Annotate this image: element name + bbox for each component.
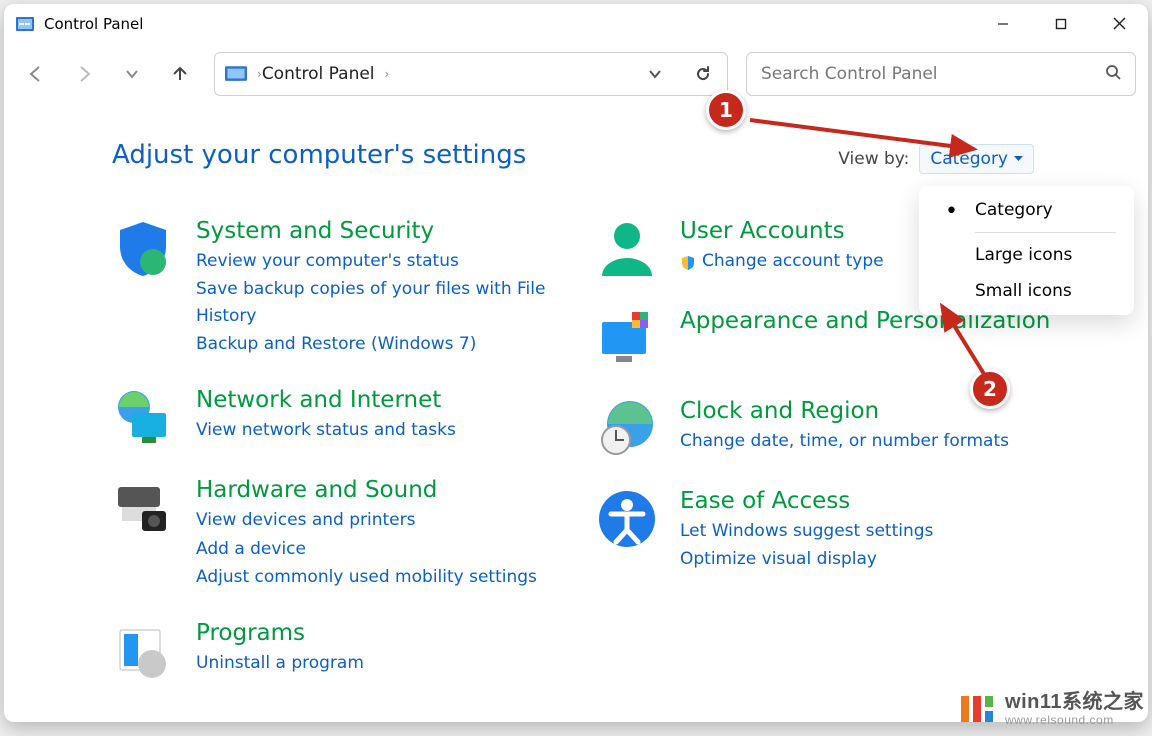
globe-monitor-icon (112, 387, 174, 449)
link-text: Optimize visual display (680, 546, 877, 572)
shield-icon (112, 218, 174, 280)
link-text: Uninstall a program (196, 650, 364, 676)
view-by-selector[interactable]: Category (919, 144, 1034, 174)
watermark-line2: www.relsound.com (1005, 714, 1144, 728)
category-title[interactable]: Clock and Region (680, 398, 1056, 424)
search-icon (1105, 64, 1121, 84)
category-column-left: System and Security Review your computer'… (112, 218, 572, 682)
link-text: Backup and Restore (Windows 7) (196, 331, 476, 357)
chevron-down-icon (1014, 156, 1023, 162)
dropdown-item-category[interactable]: Category (919, 192, 1134, 228)
category-title[interactable]: Network and Internet (196, 387, 572, 413)
ease-icon (596, 488, 658, 550)
dropdown-item-large-icons[interactable]: Large icons (919, 237, 1134, 273)
category-ease: Ease of Access Let Windows suggest settin… (596, 488, 1056, 575)
category-link[interactable]: View network status and tasks (196, 417, 572, 443)
view-by-dropdown: Category Large icons Small icons (919, 186, 1134, 315)
category-title[interactable]: Programs (196, 620, 572, 646)
category-link[interactable]: Review your computer's status (196, 248, 572, 274)
link-text: View network status and tasks (196, 417, 456, 443)
search-input[interactable] (761, 64, 1135, 84)
view-by-value: Category (930, 149, 1008, 169)
category-title[interactable]: Ease of Access (680, 488, 1056, 514)
content-area: Adjust your computer's settings View by:… (4, 104, 1148, 722)
printer-camera-icon (112, 477, 174, 539)
link-text: Add a device (196, 536, 306, 562)
category-link[interactable]: Backup and Restore (Windows 7) (196, 331, 572, 357)
toolbar: › Control Panel › (4, 44, 1148, 104)
appearance-icon (596, 308, 658, 370)
category-title[interactable]: System and Security (196, 218, 572, 244)
category-link[interactable]: Change date, time, or number formats (680, 428, 1056, 454)
nav-up-button[interactable] (160, 54, 200, 94)
category-appearance: Appearance and Personalization (596, 308, 1056, 370)
category-link[interactable]: Optimize visual display (680, 546, 1056, 572)
category-clock-globe: Clock and Region Change date, time, or nu… (596, 398, 1056, 460)
close-button[interactable] (1090, 4, 1148, 44)
link-text: Change account type (702, 248, 884, 274)
link-text: View devices and printers (196, 507, 415, 533)
chevron-right-icon: › (385, 67, 390, 81)
link-text: Change date, time, or number formats (680, 428, 1009, 454)
minimize-button[interactable] (974, 4, 1032, 44)
programs-icon (112, 620, 174, 682)
watermark-line1: win11系统之家 (1005, 691, 1144, 714)
clock-globe-icon (596, 398, 658, 460)
category-link[interactable]: Add a device (196, 536, 572, 562)
watermark: win11系统之家 www.relsound.com (959, 690, 1144, 728)
address-dropdown-button[interactable] (631, 53, 679, 95)
nav-back-button[interactable] (16, 54, 56, 94)
category-programs: Programs Uninstall a program (112, 620, 572, 682)
window-title: Control Panel (44, 15, 143, 33)
control-panel-window: Control Panel › Control Panel › (4, 4, 1148, 722)
link-text: Review your computer's status (196, 248, 459, 274)
maximize-button[interactable] (1032, 4, 1090, 44)
nav-forward-button[interactable] (64, 54, 104, 94)
category-title[interactable]: Hardware and Sound (196, 477, 572, 503)
category-link[interactable]: Save backup copies of your files with Fi… (196, 276, 572, 329)
dropdown-item-small-icons[interactable]: Small icons (919, 273, 1134, 309)
category-link[interactable]: Adjust commonly used mobility settings (196, 564, 572, 590)
category-link[interactable]: Uninstall a program (196, 650, 572, 676)
category-link[interactable]: View devices and printers (196, 507, 572, 533)
control-panel-icon (16, 15, 34, 33)
search-box[interactable] (746, 52, 1136, 96)
category-printer-camera: Hardware and Sound View devices and print… (112, 477, 572, 592)
watermark-logo-icon (959, 690, 997, 728)
address-icon (225, 65, 247, 83)
view-by-label: View by: (838, 149, 909, 169)
category-globe-monitor: Network and Internet View network status … (112, 387, 572, 449)
category-shield: System and Security Review your computer'… (112, 218, 572, 359)
refresh-button[interactable] (679, 53, 727, 95)
link-text: Adjust commonly used mobility settings (196, 564, 537, 590)
view-by-row: View by: Category (838, 144, 1034, 174)
titlebar: Control Panel (4, 4, 1148, 44)
link-text: Let Windows suggest settings (680, 518, 933, 544)
user-icon (596, 218, 658, 280)
nav-recent-button[interactable] (112, 54, 152, 94)
link-text: Save backup copies of your files with Fi… (196, 276, 572, 329)
breadcrumb[interactable]: Control Panel (262, 64, 375, 84)
category-link[interactable]: Let Windows suggest settings (680, 518, 1056, 544)
uac-shield-icon (680, 253, 696, 269)
address-bar[interactable]: › Control Panel › (214, 52, 728, 96)
